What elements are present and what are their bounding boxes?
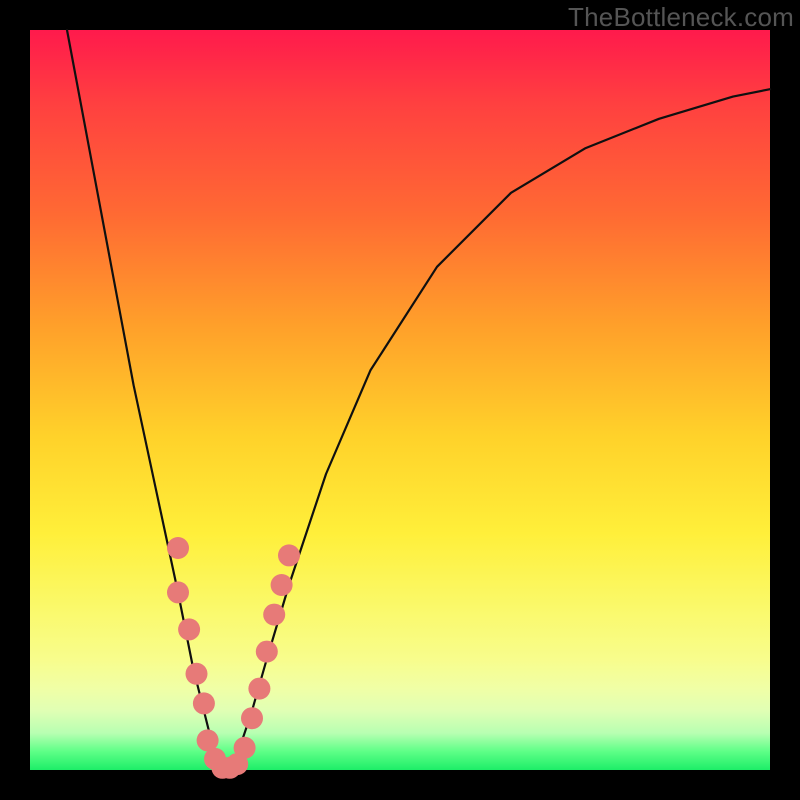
bottleneck-curve — [67, 30, 770, 770]
outer-frame: TheBottleneck.com — [0, 0, 800, 800]
highlight-point — [241, 707, 263, 729]
highlight-point — [263, 604, 285, 626]
highlight-point — [234, 737, 256, 759]
highlight-point — [178, 618, 200, 640]
highlight-point — [193, 692, 215, 714]
highlight-point — [248, 678, 270, 700]
highlight-point — [271, 574, 293, 596]
chart-overlay — [30, 30, 770, 770]
watermark-text: TheBottleneck.com — [568, 2, 794, 33]
highlight-point — [256, 641, 278, 663]
curve-layer — [67, 30, 770, 770]
highlight-point — [278, 544, 300, 566]
highlight-point — [186, 663, 208, 685]
highlight-point — [167, 581, 189, 603]
highlight-point — [167, 537, 189, 559]
marker-layer — [167, 537, 300, 779]
